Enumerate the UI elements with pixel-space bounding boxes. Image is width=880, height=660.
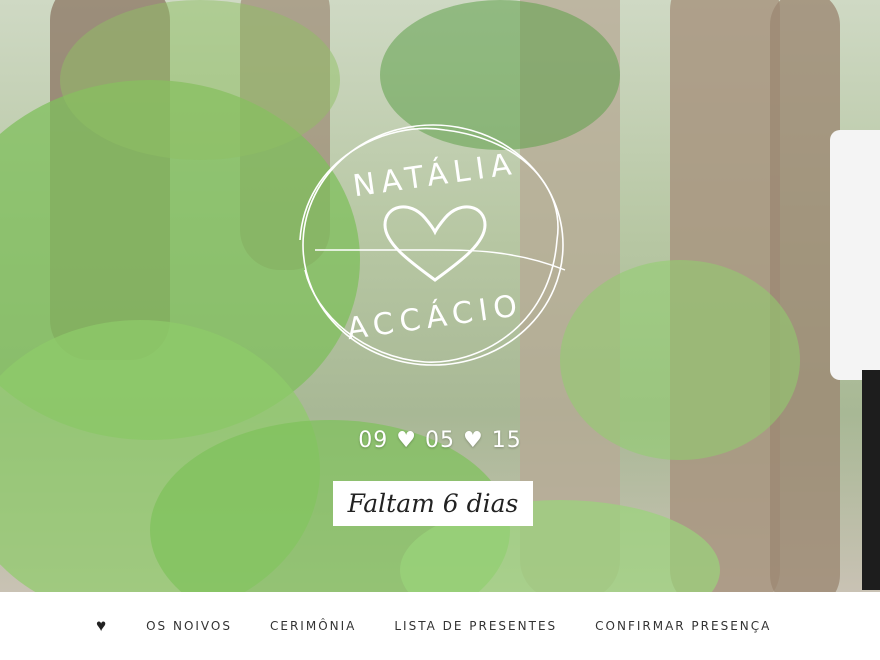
heart-emblem-icon: [383, 205, 487, 282]
nav-item-cerimonia[interactable]: CERIMÔNIA: [270, 619, 356, 633]
date-month: 05: [425, 428, 455, 453]
home-heart-icon[interactable]: ♥: [96, 616, 106, 636]
logo-emblem: [299, 124, 566, 366]
nav-item-confirmar-presenca[interactable]: CONFIRMAR PRESENÇA: [595, 619, 771, 633]
countdown-badge: Faltam 6 dias: [333, 481, 533, 526]
nav-item-os-noivos[interactable]: OS NOIVOS: [146, 619, 232, 633]
date-year: 15: [491, 428, 522, 453]
main-nav: ♥ OS NOIVOS CERIMÔNIA LISTA DE PRESENTES…: [0, 592, 880, 660]
couple-logo: NATÁLIA ACCÁCIO: [295, 100, 575, 400]
nav-item-lista-de-presentes[interactable]: LISTA DE PRESENTES: [394, 619, 557, 633]
heart-icon: ♥: [396, 428, 417, 453]
hero-banner: NATÁLIA ACCÁCIO 09 ♥ 05 ♥ 15 Faltam 6 di…: [0, 0, 880, 592]
wedding-date: 09 ♥ 05 ♥ 15: [0, 428, 880, 453]
date-day: 09: [358, 428, 389, 453]
heart-icon: ♥: [463, 428, 484, 453]
